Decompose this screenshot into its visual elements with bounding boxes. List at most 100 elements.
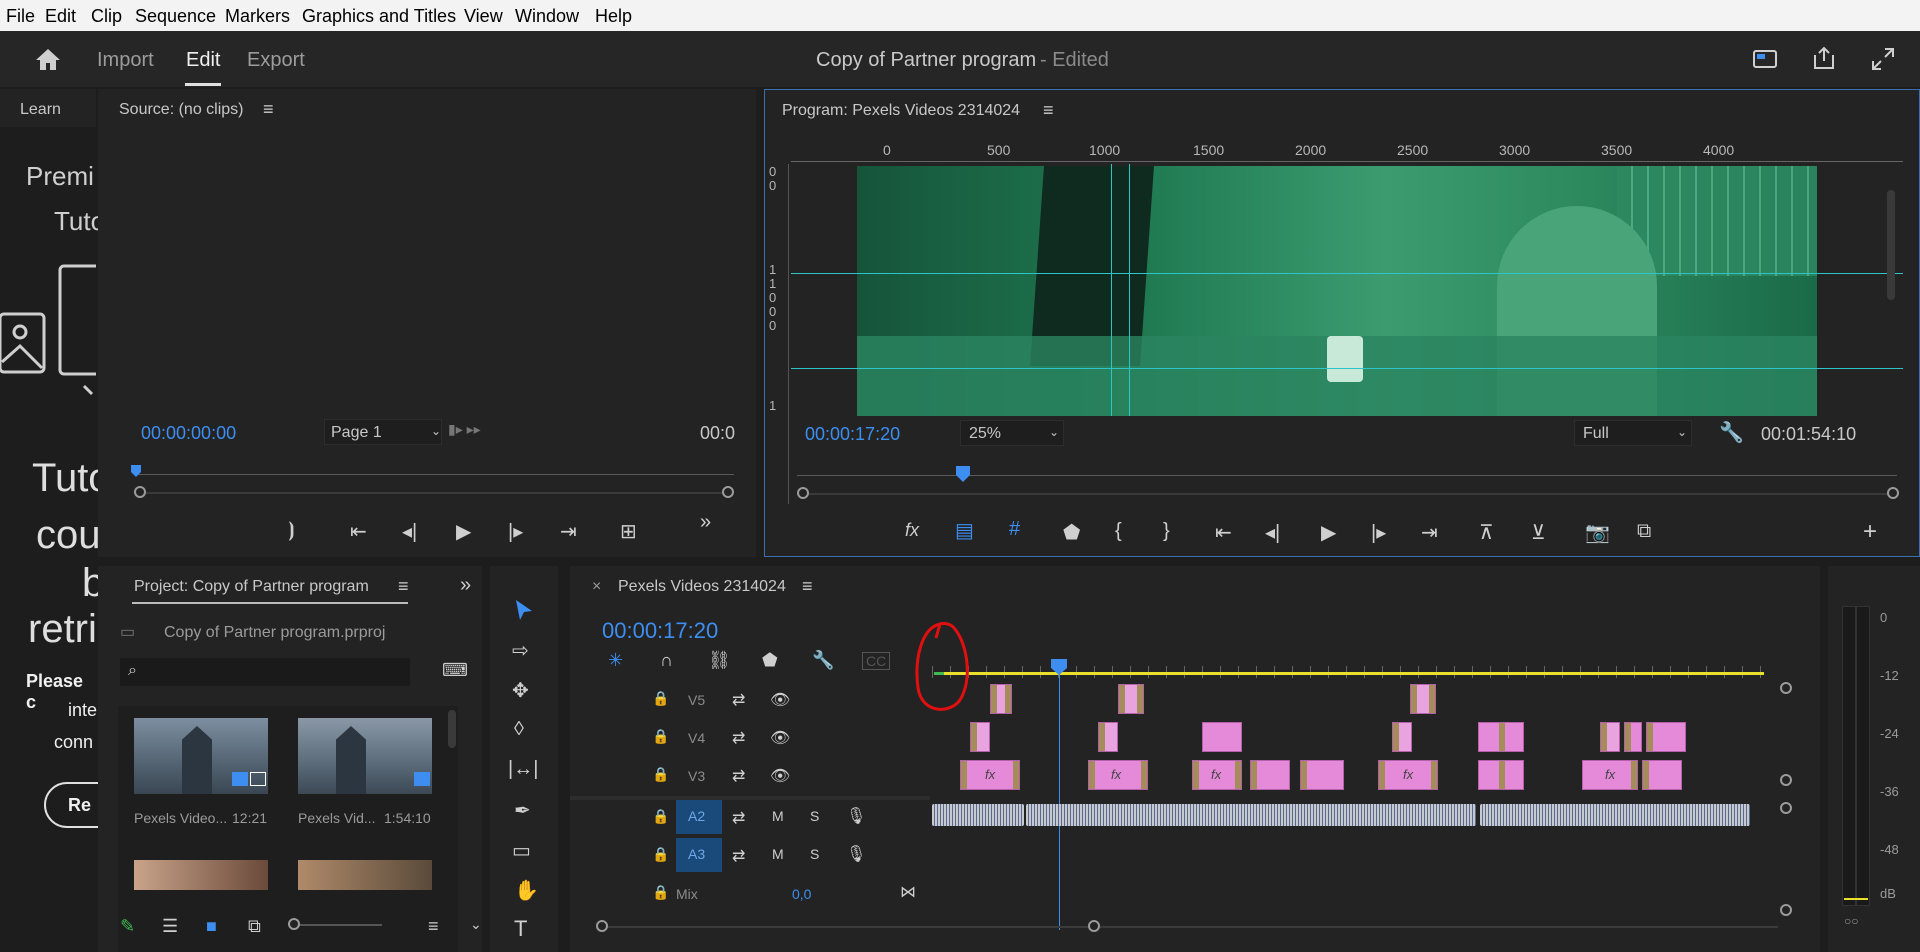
menu-window[interactable]: Window — [515, 6, 579, 27]
lock-icon[interactable]: 🔒 — [652, 884, 669, 901]
clip[interactable] — [1202, 722, 1242, 752]
track-a3-target[interactable]: A3 — [676, 838, 722, 872]
track-v5-label[interactable]: V5 — [688, 692, 705, 708]
eye-icon[interactable]: 👁 — [770, 728, 790, 748]
timeline-timecode[interactable]: 00:00:17:20 — [602, 618, 718, 644]
captions-icon[interactable]: CC — [862, 652, 891, 670]
track-select-tool-icon[interactable]: ⇨ — [512, 638, 529, 663]
clip[interactable] — [990, 684, 1012, 714]
pen-tool-icon[interactable]: ✒ — [514, 798, 531, 823]
guide-vertical-2[interactable] — [1129, 164, 1130, 416]
source-scroll-handle-left[interactable] — [134, 486, 146, 498]
learn-tab[interactable]: Learn — [20, 101, 61, 119]
video-scroll-bottom[interactable] — [1780, 774, 1792, 786]
sequence-tab[interactable]: Pexels Videos 2314024 — [618, 578, 786, 596]
playback-resolution-select[interactable]: Full ⌄ — [1574, 420, 1692, 446]
sync-lock-icon[interactable]: ⇄ — [732, 690, 745, 710]
video-scroll-top[interactable] — [1780, 682, 1792, 694]
source-play-icon[interactable]: ▶ — [456, 519, 471, 544]
source-time-ruler[interactable] — [134, 474, 734, 484]
menu-edit[interactable]: Edit — [45, 6, 76, 27]
track-v3-label[interactable]: V3 — [688, 768, 705, 784]
timeline-scroll-left[interactable] — [596, 920, 608, 932]
more-controls-icon[interactable]: » — [700, 511, 711, 534]
menu-view[interactable]: View — [464, 6, 503, 27]
project-search-input[interactable]: ⌕ — [120, 658, 410, 686]
program-scroll-handle-left[interactable] — [797, 487, 809, 499]
guide-horizontal-2[interactable] — [791, 368, 1903, 369]
lock-icon[interactable]: 🔒 — [652, 766, 669, 783]
program-playhead-icon[interactable] — [955, 465, 971, 483]
razor-tool-icon[interactable]: ◊ — [514, 718, 524, 741]
eye-icon[interactable]: 👁 — [770, 766, 790, 786]
clip[interactable] — [1410, 684, 1436, 714]
hand-tool-icon[interactable]: ✋ — [514, 878, 539, 903]
audio-clip[interactable] — [932, 804, 1024, 826]
clip[interactable] — [970, 722, 990, 752]
comparison-view-icon[interactable]: ⧉ — [1637, 520, 1651, 543]
share-icon[interactable] — [1811, 45, 1837, 71]
timeline-menu-icon[interactable]: ≡ — [802, 576, 813, 597]
lift-icon[interactable]: ⊼ — [1479, 520, 1494, 545]
step-forward-icon[interactable]: |▸ — [508, 519, 523, 544]
safe-margins-icon[interactable]: ▤ — [955, 518, 974, 543]
clip[interactable]: fx — [1088, 760, 1148, 790]
microphone-icon[interactable]: 🎙 — [846, 806, 866, 826]
menu-file[interactable]: File — [6, 6, 35, 27]
program-step-back-icon[interactable]: ◂| — [1265, 520, 1280, 545]
lock-icon[interactable]: 🔒 — [652, 846, 669, 863]
track-v4-label[interactable]: V4 — [688, 730, 705, 746]
tab-edit[interactable]: Edit — [186, 49, 220, 72]
menu-help[interactable]: Help — [595, 6, 632, 27]
timeline-settings-icon[interactable]: 🔧 — [812, 650, 834, 671]
clip[interactable] — [1300, 760, 1344, 790]
eye-icon[interactable]: 👁 — [770, 690, 790, 710]
export-frame-icon[interactable]: 📷 — [1585, 520, 1610, 545]
menu-graphics-and-titles[interactable]: Graphics and Titles — [302, 6, 456, 27]
clip[interactable] — [1600, 722, 1620, 752]
guide-horizontal-1[interactable] — [791, 273, 1903, 274]
clip[interactable] — [1098, 722, 1118, 752]
ripple-edit-tool-icon[interactable]: ✥ — [512, 678, 529, 703]
audio-clip[interactable] — [1026, 804, 1476, 826]
rectangle-tool-icon[interactable]: ▭ — [512, 838, 531, 863]
thumbnail-4[interactable] — [298, 860, 432, 890]
clip[interactable] — [1118, 684, 1144, 714]
lock-icon[interactable]: 🔒 — [652, 808, 669, 825]
fx-icon[interactable]: fx — [905, 520, 919, 541]
go-to-in-icon[interactable]: ⇤ — [350, 519, 367, 544]
lock-icon[interactable]: 🔒 — [652, 728, 669, 745]
program-go-to-in-icon[interactable]: ⇤ — [1215, 520, 1232, 545]
home-icon[interactable] — [34, 47, 62, 71]
audio-scroll-top[interactable] — [1780, 802, 1792, 814]
project-menu-icon[interactable]: ≡ — [398, 576, 409, 597]
source-playhead-icon[interactable] — [130, 464, 142, 478]
program-menu-icon[interactable]: ≡ — [1043, 100, 1054, 121]
zoom-select[interactable]: 25% ⌄ — [960, 420, 1064, 446]
new-search-bin-icon[interactable]: ⌨ — [442, 660, 468, 681]
microphone-icon[interactable]: 🎙 — [846, 844, 866, 864]
menu-clip[interactable]: Clip — [91, 6, 122, 27]
go-to-out-icon[interactable]: ⇥ — [560, 519, 577, 544]
program-step-forward-icon[interactable]: |▸ — [1371, 520, 1386, 545]
grid-icon[interactable]: # — [1009, 518, 1020, 541]
menu-markers[interactable]: Markers — [225, 6, 290, 27]
insert-icon[interactable]: ⊞ — [620, 519, 637, 544]
clip[interactable]: fx — [1582, 760, 1638, 790]
program-video-frame[interactable] — [857, 166, 1817, 416]
chevron-down-icon[interactable]: ⌄ — [470, 916, 482, 933]
thumbnail-1[interactable] — [134, 718, 268, 794]
mix-value[interactable]: 0,0 — [792, 886, 811, 902]
clip[interactable] — [1478, 722, 1524, 752]
mark-out-icon[interactable]: ⦘ — [288, 519, 295, 542]
expand-panels-icon[interactable]: » — [460, 574, 471, 597]
source-timecode[interactable]: 00:00:00:00 — [141, 423, 236, 444]
program-v-scrollbar[interactable] — [1887, 190, 1895, 300]
fullscreen-icon[interactable] — [1871, 47, 1895, 71]
project-scrollbar[interactable] — [448, 710, 456, 748]
pencil-icon[interactable]: ✎ — [120, 916, 135, 937]
sync-lock-icon[interactable]: ⇄ — [732, 846, 745, 866]
tab-import[interactable]: Import — [97, 49, 154, 72]
linked-selection-icon[interactable]: ⛓ — [708, 650, 731, 671]
step-back-icon[interactable]: ◂| — [402, 519, 417, 544]
